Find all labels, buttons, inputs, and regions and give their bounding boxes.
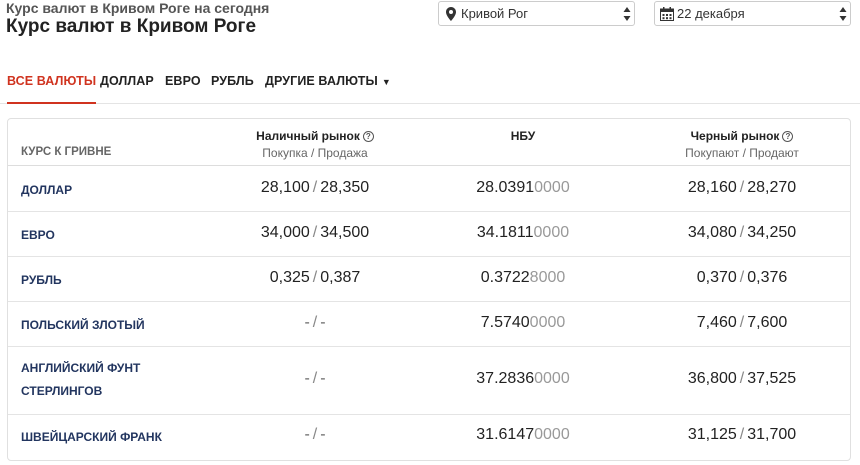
date-select-value: 22 декабря xyxy=(677,6,745,21)
currency-link-franc[interactable]: ШВЕЙЦАРСКИЙ ФРАНК xyxy=(21,426,162,449)
tab-ruble[interactable]: РУБЛЬ xyxy=(211,74,254,104)
table-row: ЕВРО 34,000/34,500 34.18110000 34,080/34… xyxy=(8,212,850,257)
black-market-rate: 31,125/31,700 xyxy=(687,426,797,443)
tab-euro[interactable]: ЕВРО xyxy=(165,74,201,104)
tab-all-currencies[interactable]: ВСЕ ВАЛЮТЫ xyxy=(7,74,97,104)
cash-market-subtitle: Покупка / Продажа xyxy=(262,146,368,160)
black-market-rate: 36,800/37,525 xyxy=(687,370,797,387)
currency-link-ruble[interactable]: РУБЛЬ xyxy=(21,269,62,292)
rates-table: КУРС К ГРИВНЕ Наличный рынок? Покупка / … xyxy=(7,118,851,461)
cash-rate: 34,000/34,500 xyxy=(260,224,370,241)
cash-rate: - / - xyxy=(304,426,326,443)
help-icon[interactable]: ? xyxy=(782,130,794,142)
black-market-rate: 7,460/7,600 xyxy=(696,314,788,331)
currency-link-dollar[interactable]: ДОЛЛАР xyxy=(21,179,72,202)
cash-rate: - / - xyxy=(304,314,326,331)
date-select[interactable]: 22 декабря xyxy=(654,1,851,26)
cash-rate: - / - xyxy=(304,370,326,387)
nbu-title: НБУ xyxy=(510,129,536,143)
nbu-rate: 28.03910000 xyxy=(476,179,570,196)
currency-link-zloty[interactable]: ПОЛЬСКИЙ ЗЛОТЫЙ xyxy=(21,314,145,337)
map-pin-icon xyxy=(443,6,459,22)
table-row: ДОЛЛАР 28,100/28,350 28.03910000 28,160/… xyxy=(8,167,850,212)
table-header: КУРС К ГРИВНЕ Наличный рынок? Покупка / … xyxy=(8,119,850,166)
page-subtitle: Курс валют в Кривом Роге на сегодня xyxy=(6,0,270,16)
tab-other-currencies[interactable]: ДРУГИЕ ВАЛЮТЫ ▼ xyxy=(265,74,391,104)
calendar-icon xyxy=(659,6,675,22)
nbu-rate: 31.61470000 xyxy=(476,426,570,443)
nbu-rate: 37.28360000 xyxy=(476,370,570,387)
column-header-black-market: Черный рынок? Покупают / Продают xyxy=(634,129,850,160)
column-header-nbu: НБУ xyxy=(412,129,634,143)
cash-rate: 28,100/28,350 xyxy=(260,179,370,196)
currency-link-euro[interactable]: ЕВРО xyxy=(21,224,55,247)
black-market-rate: 34,080/34,250 xyxy=(687,224,797,241)
table-row: АНГЛИЙСКИЙ ФУНТ СТЕРЛИНГОВ - / - 37.2836000… xyxy=(8,347,850,415)
cash-rate: 0,325/0,387 xyxy=(269,269,361,286)
tab-dollar[interactable]: ДОЛЛАР xyxy=(100,74,154,104)
help-icon[interactable]: ? xyxy=(362,130,374,142)
black-market-title: Черный рынок xyxy=(690,129,780,143)
nbu-rate: 34.18110000 xyxy=(476,224,570,241)
updown-arrows-icon xyxy=(620,2,634,25)
column-header-cash: Наличный рынок? Покупка / Продажа xyxy=(197,129,433,160)
city-select-value: Кривой Рог xyxy=(461,6,528,21)
black-market-subtitle: Покупают / Продают xyxy=(685,146,799,160)
tab-other-currencies-label: ДРУГИЕ ВАЛЮТЫ xyxy=(265,74,378,88)
black-market-rate: 28,160/28,270 xyxy=(687,179,797,196)
page-title: Курс валют в Кривом Роге xyxy=(6,16,257,37)
cash-market-title: Наличный рынок xyxy=(256,129,360,143)
city-select[interactable]: Кривой Рог xyxy=(438,1,635,26)
caret-down-icon: ▼ xyxy=(381,77,391,87)
black-market-rate: 0,370/0,376 xyxy=(696,269,788,286)
table-row: ШВЕЙЦАРСКИЙ ФРАНК - / - 31.61470000 31,125… xyxy=(8,415,850,460)
updown-arrows-icon xyxy=(836,2,850,25)
nbu-rate: 7.57400000 xyxy=(480,314,566,331)
nbu-rate: 0.37228000 xyxy=(480,269,566,286)
table-row: ПОЛЬСКИЙ ЗЛОТЫЙ - / - 7.57400000 7,460/7,6… xyxy=(8,302,850,347)
currency-link-pound[interactable]: АНГЛИЙСКИЙ ФУНТ СТЕРЛИНГОВ xyxy=(21,357,140,403)
column-header-currency: КУРС К ГРИВНЕ xyxy=(21,146,112,158)
table-row: РУБЛЬ 0,325/0,387 0.37228000 0,370/0,376 xyxy=(8,257,850,302)
currency-tabs: ВСЕ ВАЛЮТЫ ДОЛЛАР ЕВРО РУБЛЬ ДРУГИЕ ВАЛЮ… xyxy=(0,66,860,104)
